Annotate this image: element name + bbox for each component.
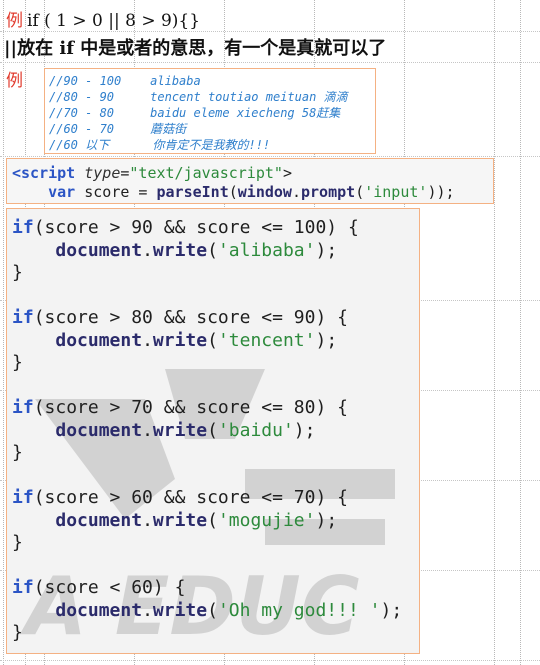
paren: ( — [207, 329, 218, 351]
document-object: document — [55, 509, 143, 531]
write-fn: write — [152, 329, 208, 351]
paren: ( — [207, 419, 218, 441]
example-mark-2: 例 — [6, 71, 23, 91]
if-keyword: if — [12, 397, 34, 418]
example-code: if ( 1 > 0 || 8 > 9){} — [27, 11, 201, 31]
script-tag-open: <script — [12, 164, 76, 182]
write-arg: 'mogujie' — [217, 509, 316, 531]
write-arg: 'baidu' — [217, 419, 294, 441]
write-line: document.write('mogujie'); — [12, 510, 337, 533]
code-panel: A EDUC if(score > 90 && score <= 100) { … — [6, 208, 420, 654]
write-arg: 'Oh my god!!! ' — [217, 599, 381, 621]
line-end: ); — [315, 239, 338, 261]
line-end: ); — [293, 419, 316, 441]
close-brace: } — [12, 352, 23, 373]
line-end: ); — [315, 509, 338, 531]
explanation-note: ||放在 if 中是或者的意思，有一个是真就可以了 — [4, 38, 387, 59]
if-keyword: if — [12, 487, 34, 508]
line-end: ); — [315, 329, 338, 351]
attr-name: type — [84, 164, 121, 182]
var-keyword: var — [48, 183, 76, 201]
grid-line — [520, 0, 521, 665]
paren: ( — [207, 239, 218, 261]
var-line: var score = parseInt(window.prompt('inpu… — [12, 183, 493, 202]
if-keyword: if — [12, 577, 34, 598]
script-tag-close: > — [282, 164, 292, 182]
prompt-arg: 'input' — [364, 183, 428, 201]
paren: ( — [228, 183, 238, 201]
write-line: document.write('alibaba'); — [12, 240, 337, 263]
dot: . — [142, 419, 153, 441]
paren: ( — [207, 599, 218, 621]
dot: . — [291, 183, 301, 201]
comment-line: //90 - 100 alibaba — [49, 74, 201, 88]
document-object: document — [55, 329, 143, 351]
close-brace: } — [12, 262, 23, 283]
close-brace: } — [12, 532, 23, 553]
write-arg: 'alibaba' — [217, 239, 316, 261]
line-end: )); — [427, 183, 455, 201]
grid-line — [0, 62, 540, 63]
condition: (score > 60 && score <= 70) { — [33, 487, 348, 508]
attr-value: "text/javascript" — [129, 164, 283, 182]
document-object: document — [55, 599, 143, 621]
grid-line — [3, 0, 4, 665]
if-line: if(score > 70 && score <= 80) { — [12, 397, 348, 420]
dot: . — [142, 509, 153, 531]
paren: ( — [355, 183, 365, 201]
write-line: document.write('baidu'); — [12, 420, 315, 443]
paren: ( — [207, 509, 218, 531]
condition: (score > 70 && score <= 80) { — [33, 397, 348, 418]
dot: . — [142, 599, 153, 621]
dot: . — [142, 239, 153, 261]
write-line: document.write('Oh my god!!! '); — [12, 600, 402, 623]
if-line: if(score > 90 && score <= 100) { — [12, 217, 359, 240]
write-fn: write — [152, 419, 208, 441]
var-rest: score = — [75, 183, 157, 201]
window-object: window — [237, 183, 292, 201]
grid-line — [0, 660, 540, 661]
line-end: ); — [380, 599, 403, 621]
script-code-block: <script type="text/javascript"> var scor… — [6, 158, 494, 204]
condition: (score > 90 && score <= 100) { — [33, 217, 359, 238]
comment-line: //60 以下 你肯定不是我教的!!! — [49, 138, 271, 152]
prompt-fn: prompt — [301, 183, 356, 201]
if-line: if(score > 60 && score <= 70) { — [12, 487, 348, 510]
if-line: if(score < 60) { — [12, 577, 185, 600]
parse-fn: parseInt — [156, 183, 229, 201]
close-brace: } — [12, 442, 23, 463]
grid-line — [0, 31, 540, 32]
dot: . — [142, 329, 153, 351]
write-arg: 'tencent' — [217, 329, 316, 351]
comment-block: //90 - 100 alibaba //80 - 90 tencent tou… — [44, 68, 376, 154]
if-line: if(score > 80 && score <= 90) { — [12, 307, 348, 330]
document-object: document — [55, 419, 143, 441]
comment-line: //60 - 70 蘑菇街 — [49, 122, 187, 136]
close-brace: } — [12, 622, 23, 643]
comment-line: //80 - 90 tencent toutiao meituan 滴滴 — [49, 90, 348, 104]
condition: (score > 80 && score <= 90) { — [33, 307, 348, 328]
document-object: document — [55, 239, 143, 261]
if-keyword: if — [12, 217, 34, 238]
write-fn: write — [152, 509, 208, 531]
script-tag-line: <script type="text/javascript"> — [12, 164, 292, 182]
if-keyword: if — [12, 307, 34, 328]
comment-line: //70 - 80 baidu eleme xiecheng 58赶集 — [49, 106, 341, 120]
write-fn: write — [152, 239, 208, 261]
grid-line — [494, 0, 495, 665]
example-line: 例 if ( 1 > 0 || 8 > 9){} — [6, 6, 201, 31]
condition: (score < 60) { — [33, 577, 186, 598]
example-mark: 例 — [6, 11, 23, 31]
write-line: document.write('tencent'); — [12, 330, 337, 353]
write-fn: write — [152, 599, 208, 621]
grid-line — [0, 156, 540, 157]
